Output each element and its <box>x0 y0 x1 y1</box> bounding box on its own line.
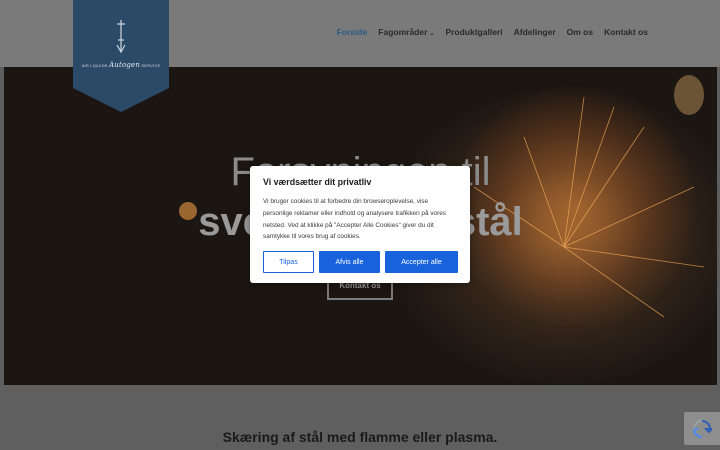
recaptcha-icon <box>692 419 712 438</box>
nav-kontakt-os[interactable]: Kontakt os <box>604 27 648 37</box>
cookie-title: Vi værdsætter dit privatliv <box>263 177 372 187</box>
intro-section: Skæring af stål med flamme eller plasma. <box>0 385 720 450</box>
logo-banner <box>73 0 169 112</box>
cookie-buttons: Tilpas Afvis alle Accepter alle <box>263 251 458 273</box>
customize-button[interactable]: Tilpas <box>263 251 314 273</box>
reject-all-button[interactable]: Afvis alle <box>319 251 380 273</box>
cookie-consent-dialog: Vi værdsætter dit privatliv Vi bruger co… <box>250 166 470 283</box>
accept-all-button[interactable]: Accepter alle <box>385 251 458 273</box>
chevron-down-icon: ⌄ <box>429 31 435 37</box>
site-header: AIR LIQUIDE Autogen SERVICE Forside Fago… <box>0 0 720 112</box>
nav-afdelinger[interactable]: Afdelinger <box>514 27 556 37</box>
nav-produktgalleri[interactable]: Produktgalleri <box>445 27 502 37</box>
main-nav: Forside Fagområder ⌄ Produktgalleri Afdel… <box>337 27 648 37</box>
nav-forside[interactable]: Forside <box>337 27 368 37</box>
nav-fagomraader-label: Fagområder <box>378 27 428 37</box>
nav-fagomraader[interactable]: Fagområder ⌄ <box>378 27 434 37</box>
logo-wordmark: AIR LIQUIDE Autogen SERVICE <box>81 61 161 69</box>
recaptcha-badge[interactable] <box>684 412 720 445</box>
cookie-body: Vi bruger cookies til at forbedre din br… <box>263 198 446 241</box>
site-logo[interactable]: AIR LIQUIDE Autogen SERVICE <box>73 0 169 112</box>
section-heading: Skæring af stål med flamme eller plasma. <box>222 429 498 445</box>
nav-om-os[interactable]: Om os <box>567 27 593 37</box>
